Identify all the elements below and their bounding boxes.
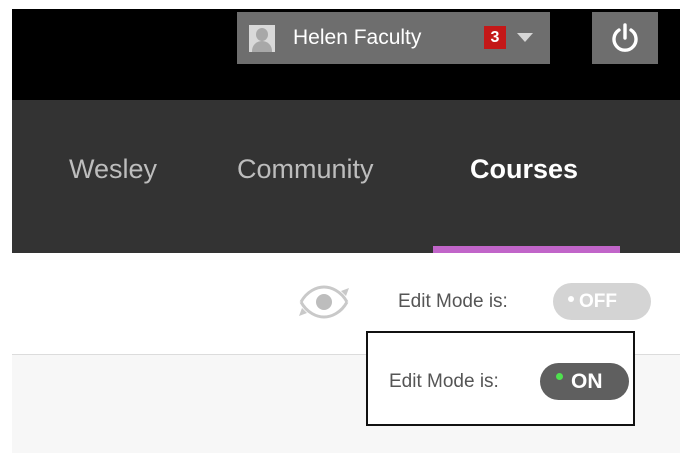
notification-badge[interactable]: 3 bbox=[484, 26, 506, 49]
edit-mode-toggle-off[interactable]: OFF bbox=[553, 283, 651, 320]
logout-button[interactable] bbox=[592, 12, 658, 64]
edit-mode-label: Edit Mode is: bbox=[398, 291, 508, 312]
user-menu-button[interactable]: Helen Faculty 3 bbox=[237, 12, 550, 64]
user-avatar-icon bbox=[249, 25, 275, 52]
edit-mode-label-callout: Edit Mode is: bbox=[389, 371, 499, 392]
global-header: Helen Faculty 3 bbox=[12, 9, 680, 100]
screenshot-frame: Helen Faculty 3 Wesley Community Courses… bbox=[12, 9, 680, 453]
active-tab-indicator bbox=[433, 246, 620, 253]
student-preview-icon[interactable] bbox=[297, 285, 351, 319]
nav-tab-courses[interactable]: Courses bbox=[470, 153, 578, 185]
toggle-indicator-dot-on bbox=[556, 373, 563, 380]
nav-tab-community[interactable]: Community bbox=[237, 153, 374, 185]
edit-mode-state: OFF bbox=[579, 291, 617, 312]
user-name: Helen Faculty bbox=[293, 26, 422, 49]
toggle-indicator-dot bbox=[568, 296, 574, 302]
edit-mode-toggle-on[interactable]: ON bbox=[540, 363, 629, 400]
edit-mode-callout: Edit Mode is: ON bbox=[366, 331, 635, 426]
power-icon bbox=[612, 23, 638, 52]
nav-tab-wesley[interactable]: Wesley bbox=[69, 153, 157, 185]
edit-mode-state-on: ON bbox=[571, 370, 603, 393]
chevron-down-icon[interactable] bbox=[517, 33, 533, 42]
primary-nav: Wesley Community Courses bbox=[12, 100, 680, 253]
